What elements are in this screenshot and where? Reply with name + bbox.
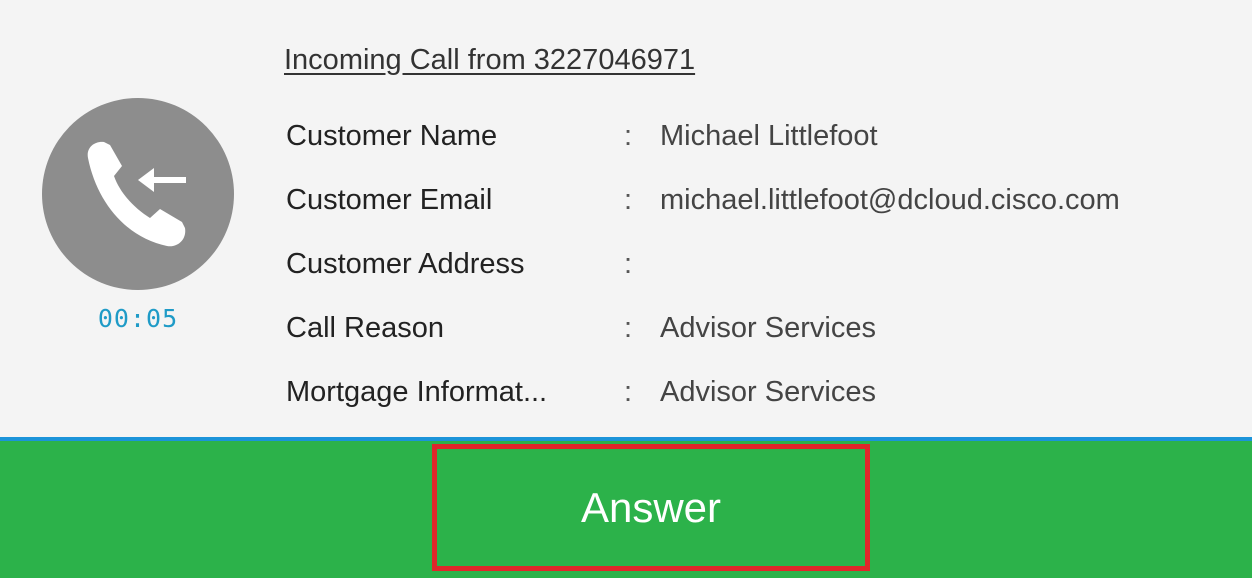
field-value: michael.littlefoot@dcloud.cisco.com [660,183,1120,216]
caller-avatar-column: 00:05 [42,98,234,333]
field-value: Advisor Services [660,311,876,344]
field-separator: : [624,311,633,344]
field-row-customer-address: Customer Address : [286,232,1120,296]
field-separator: : [624,183,633,216]
field-label: Customer Address [286,247,525,280]
field-separator: : [624,119,633,152]
avatar [42,98,234,290]
field-value: Advisor Services [660,375,876,408]
answer-button[interactable]: Answer [432,444,870,571]
field-value: Michael Littlefoot [660,119,878,152]
field-row-mortgage-information: Mortgage Informat... : Advisor Services [286,360,1120,424]
call-timer: 00:05 [97,304,179,333]
incoming-call-popover: 00:05 Incoming Call from 3227046971 Cust… [0,0,1252,578]
field-row-customer-email: Customer Email : michael.littlefoot@dclo… [286,168,1120,232]
field-separator: : [624,247,633,280]
field-label: Call Reason [286,311,444,344]
customer-details: Customer Name : Michael Littlefoot Custo… [286,104,1120,424]
field-label: Mortgage Informat... [286,375,548,408]
field-separator: : [624,375,633,408]
field-label: Customer Name [286,119,498,152]
incoming-call-icon [87,141,186,247]
field-row-call-reason: Call Reason : Advisor Services [286,296,1120,360]
field-label: Customer Email [286,183,493,216]
incoming-call-title-link[interactable]: Incoming Call from 3227046971 [284,44,695,77]
field-row-customer-name: Customer Name : Michael Littlefoot [286,104,1120,168]
